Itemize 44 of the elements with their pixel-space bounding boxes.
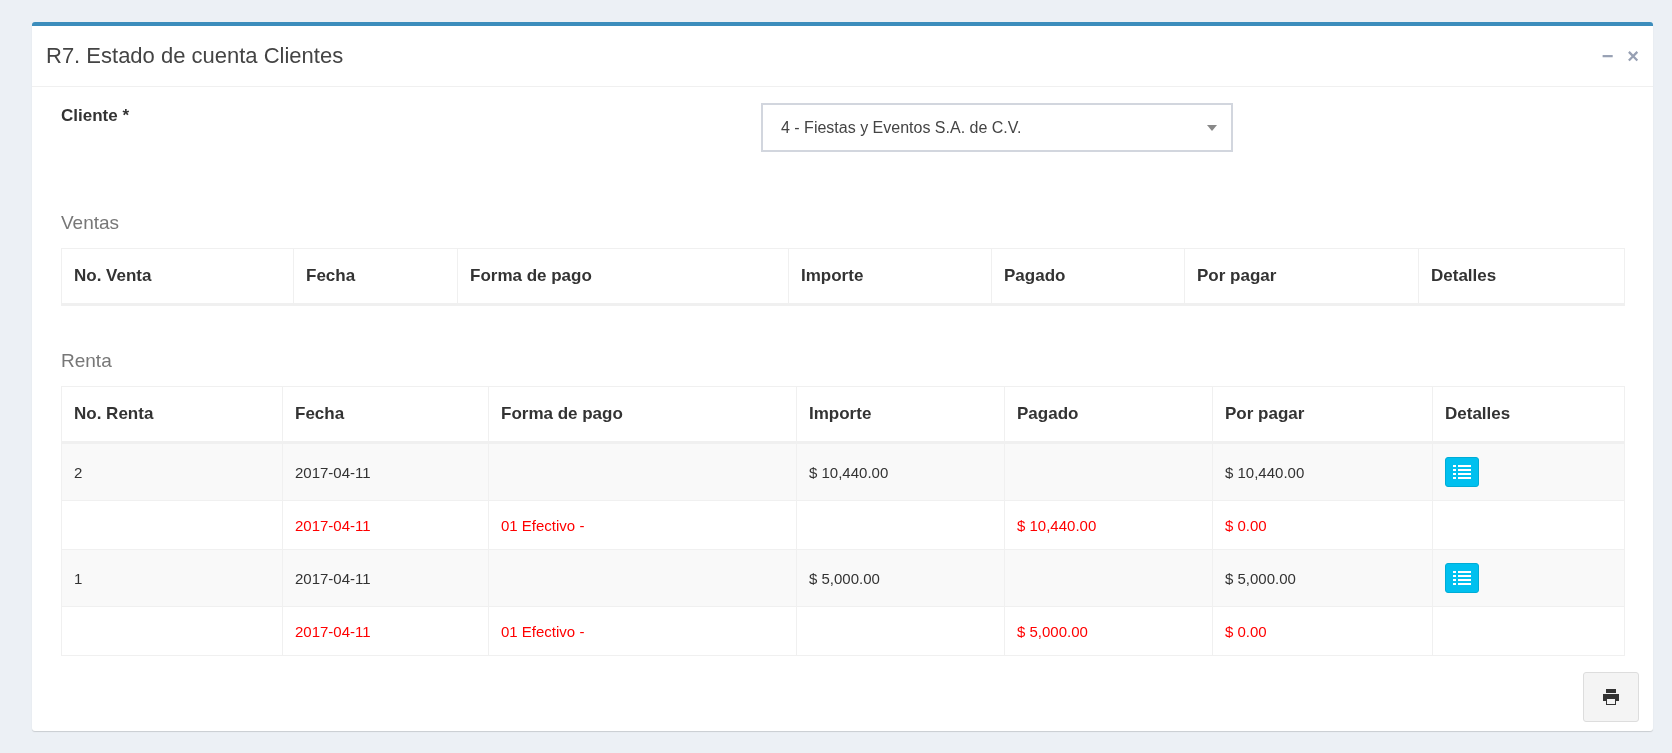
column-header: Importe (809, 404, 872, 423)
printer-icon (1602, 689, 1620, 705)
column-header: Detalles (1431, 266, 1497, 285)
table-cell: 2017-04-11 (295, 463, 371, 481)
collapse-button[interactable]: − (1601, 44, 1614, 68)
table-cell: 01 Efectivo - (501, 622, 585, 640)
table-cell: 2017-04-11 (295, 622, 371, 640)
column-header: Fecha (306, 266, 356, 285)
column-header: Importe (801, 266, 864, 285)
column-header: No. Renta (74, 404, 154, 423)
caret-icon (1207, 124, 1217, 131)
close-button[interactable]: × (1627, 44, 1639, 68)
column-header: Pagado (1004, 266, 1066, 285)
column-header: Por pagar (1225, 404, 1305, 423)
details-button[interactable] (1445, 563, 1479, 593)
table-cell: 2017-04-11 (295, 516, 371, 534)
table-cell: $ 0.00 (1225, 516, 1267, 534)
column-header: Detalles (1445, 404, 1511, 423)
column-header: Pagado (1017, 404, 1079, 423)
table-cell: 2 (74, 463, 83, 481)
column-header: Por pagar (1197, 266, 1277, 285)
table-cell: $ 5,000.00 (809, 569, 880, 587)
table-cell: $ 5,000.00 (1225, 569, 1296, 587)
column-header: Fecha (295, 404, 345, 423)
panel-title: R7. Estado de cuenta Clientes (46, 43, 344, 69)
list-icon (1453, 465, 1471, 479)
table-cell: $ 5,000.00 (1017, 622, 1088, 640)
table-cell: $ 10,440.00 (809, 463, 889, 481)
section-title: Renta (61, 350, 113, 372)
table-cell: 01 Efectivo - (501, 516, 585, 534)
section-title: Ventas (61, 212, 121, 234)
table-cell: $ 10,440.00 (1225, 463, 1305, 481)
field-label: Cliente * (61, 106, 130, 126)
details-button[interactable] (1445, 457, 1479, 487)
client-select[interactable]: 4 - Fiestas y Eventos S.A. de C.V. (761, 103, 1233, 152)
column-header: Forma de pago (501, 404, 623, 423)
list-icon (1453, 571, 1471, 585)
column-header: Forma de pago (470, 266, 592, 285)
table-cell: $ 0.00 (1225, 622, 1267, 640)
column-header: No. Venta (74, 266, 152, 285)
table-cell: $ 10,440.00 (1017, 516, 1097, 534)
print-button[interactable] (1583, 672, 1639, 722)
table-cell: 1 (74, 569, 83, 587)
table-cell: 2017-04-11 (295, 569, 371, 587)
